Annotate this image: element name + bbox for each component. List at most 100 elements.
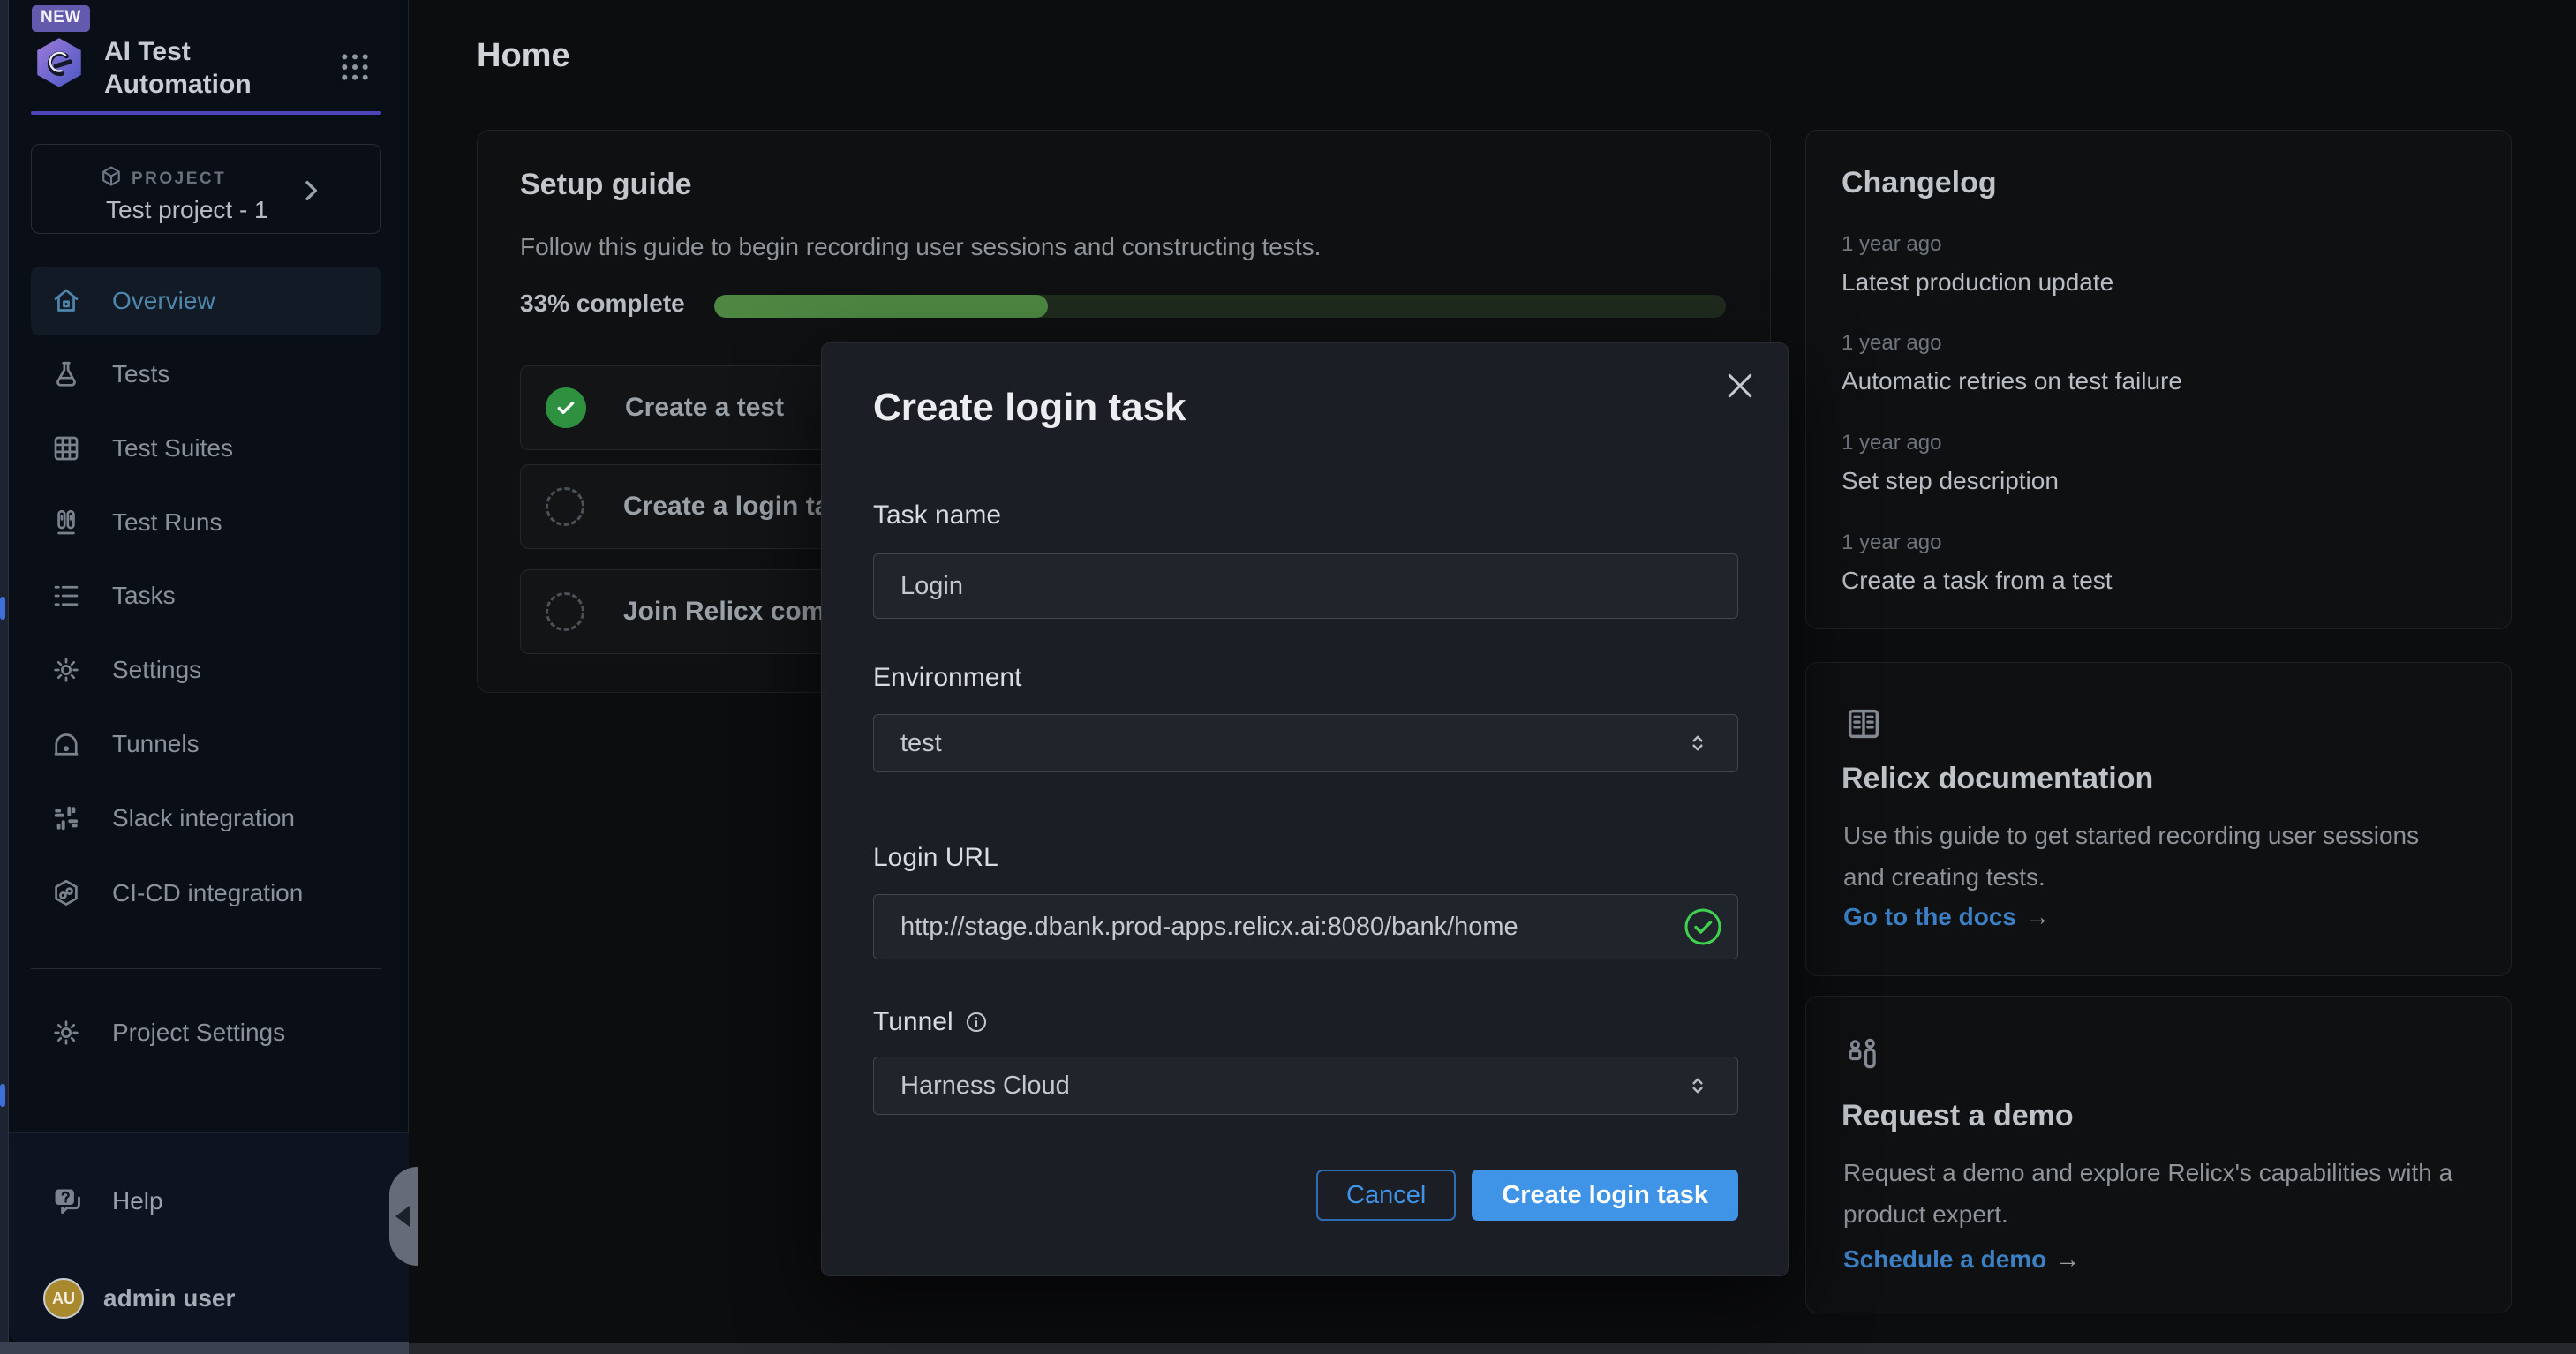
changelog-entry: Latest production update: [1842, 268, 2113, 297]
task-name-input[interactable]: [873, 553, 1738, 619]
request-demo-card: Request a demo Request a demo and explor…: [1805, 996, 2512, 1313]
list-icon: [50, 580, 82, 612]
changelog-entry: Create a task from a test: [1842, 567, 2113, 595]
sidebar-item-label: Project Settings: [112, 1019, 285, 1047]
link-label: Go to the docs: [1843, 903, 2016, 930]
cube-icon: [99, 164, 124, 189]
cicd-hexagon-link-icon: [50, 877, 82, 909]
slack-icon: [50, 802, 82, 834]
sidebar-item-label: Slack integration: [112, 804, 295, 832]
sidebar-item-tests[interactable]: Tests: [31, 340, 381, 409]
progress-bar: [714, 295, 1726, 318]
app-title: AI TestAutomation: [104, 35, 252, 101]
sidebar-item-help[interactable]: Help: [31, 1168, 381, 1235]
cancel-button[interactable]: Cancel: [1316, 1170, 1456, 1221]
create-login-task-button[interactable]: Create login task: [1472, 1170, 1738, 1221]
home-icon: [50, 285, 82, 317]
changelog-card: Changelog 1 year ago Latest production u…: [1805, 130, 2512, 629]
tunnel-select[interactable]: Harness Cloud: [873, 1057, 1738, 1115]
sidebar-item-overview[interactable]: Overview: [31, 267, 381, 335]
chevron-right-icon: [297, 177, 325, 205]
select-chevrons-icon: [1684, 730, 1711, 756]
book-icon: [1843, 703, 1884, 744]
changelog-entry: Automatic retries on test failure: [1842, 367, 2182, 395]
user-name: admin user: [103, 1284, 235, 1313]
gear-icon: [50, 1017, 82, 1049]
sidebar-item-label: Tests: [112, 360, 169, 388]
page-title: Home: [477, 37, 570, 75]
rail-indicator: [0, 597, 5, 620]
sidebar-item-tasks[interactable]: Tasks: [31, 561, 381, 630]
documentation-title: Relicx documentation: [1842, 762, 2153, 796]
sidebar-item-test-runs[interactable]: Test Runs: [31, 488, 381, 557]
sidebar-item-tunnels[interactable]: Tunnels: [31, 710, 381, 779]
sidebar-item-label: Tunnels: [112, 730, 200, 758]
sidebar-item-project-settings[interactable]: Project Settings: [31, 998, 381, 1067]
user-menu[interactable]: AU admin user: [31, 1265, 381, 1332]
create-login-task-modal: Create login task Task name Environment …: [821, 342, 1789, 1276]
modal-title: Create login task: [873, 386, 1186, 430]
changelog-time: 1 year ago: [1842, 530, 1941, 555]
setup-guide-description: Follow this guide to begin recording use…: [520, 233, 1321, 261]
setup-guide-title: Setup guide: [520, 168, 692, 202]
window-edge-strip: [0, 1342, 409, 1354]
changelog-time: 1 year ago: [1842, 431, 1941, 455]
link-label: Schedule a demo: [1843, 1245, 2046, 1273]
check-todo-icon: [546, 592, 584, 631]
environment-label: Environment: [873, 663, 1021, 693]
sidebar-item-label: Test Runs: [112, 508, 222, 537]
environment-select[interactable]: test: [873, 714, 1738, 772]
arrow-right-icon: →: [2025, 903, 2050, 930]
rail-indicator: [0, 1084, 5, 1107]
project-selector[interactable]: PROJECT Test project - 1: [31, 144, 381, 234]
app-screen: NEW AI TestAutomation: [0, 0, 2576, 1354]
sidebar-item-cicd-integration[interactable]: CI-CD integration: [31, 859, 381, 928]
new-badge: NEW: [32, 5, 90, 32]
login-url-field: [873, 894, 1738, 959]
people-icon: [1843, 1035, 1884, 1076]
check-done-icon: [546, 387, 586, 428]
tunnel-icon: [50, 728, 82, 760]
info-icon[interactable]: [964, 1010, 989, 1034]
gear-icon: [50, 654, 82, 686]
sidebar-bottom-panel: Help AU admin user: [9, 1132, 409, 1343]
left-rail: [0, 0, 9, 1343]
sidebar-divider: [31, 968, 381, 969]
go-to-docs-link[interactable]: Go to the docs →: [1843, 903, 2050, 931]
url-valid-check-icon: [1683, 907, 1722, 946]
sidebar-item-label: Help: [112, 1187, 163, 1215]
app-logo-icon: [30, 35, 88, 94]
tunnel-label-text: Tunnel: [873, 1007, 953, 1037]
changelog-time: 1 year ago: [1842, 331, 1941, 356]
changelog-title: Changelog: [1842, 166, 1997, 200]
sidebar-item-label: Settings: [112, 656, 201, 684]
columns-runs-icon: [50, 507, 82, 538]
sidebar-collapse-handle[interactable]: [389, 1167, 418, 1266]
flask-icon: [50, 358, 82, 390]
request-demo-title: Request a demo: [1842, 1099, 2074, 1133]
sidebar-item-slack-integration[interactable]: Slack integration: [31, 784, 381, 853]
sidebar-item-label: CI-CD integration: [112, 879, 303, 907]
sidebar-item-label: Overview: [112, 287, 215, 315]
check-todo-icon: [546, 487, 584, 526]
tunnel-value: Harness Cloud: [900, 1072, 1070, 1101]
grid-table-icon: [50, 433, 82, 464]
sidebar-item-test-suites[interactable]: Test Suites: [31, 414, 381, 483]
sidebar-item-settings[interactable]: Settings: [31, 636, 381, 704]
avatar: AU: [43, 1278, 84, 1319]
progress-bar-fill: [714, 295, 1048, 318]
project-name: Test project - 1: [106, 196, 268, 224]
login-url-input[interactable]: [873, 894, 1738, 959]
apps-grid-icon[interactable]: [337, 49, 373, 85]
documentation-card: Relicx documentation Use this guide to g…: [1805, 662, 2512, 976]
arrow-right-icon: →: [2055, 1245, 2080, 1273]
sidebar-item-label: Tasks: [112, 582, 176, 610]
changelog-time: 1 year ago: [1842, 232, 1941, 257]
login-url-label: Login URL: [873, 843, 998, 873]
help-chat-icon: [50, 1185, 84, 1218]
schedule-demo-link[interactable]: Schedule a demo →: [1843, 1245, 2080, 1274]
checklist-item-label: Create a test: [625, 393, 784, 423]
close-icon[interactable]: [1722, 368, 1758, 403]
tunnel-label: Tunnel: [873, 1007, 989, 1037]
progress-label: 33% complete: [520, 290, 685, 318]
